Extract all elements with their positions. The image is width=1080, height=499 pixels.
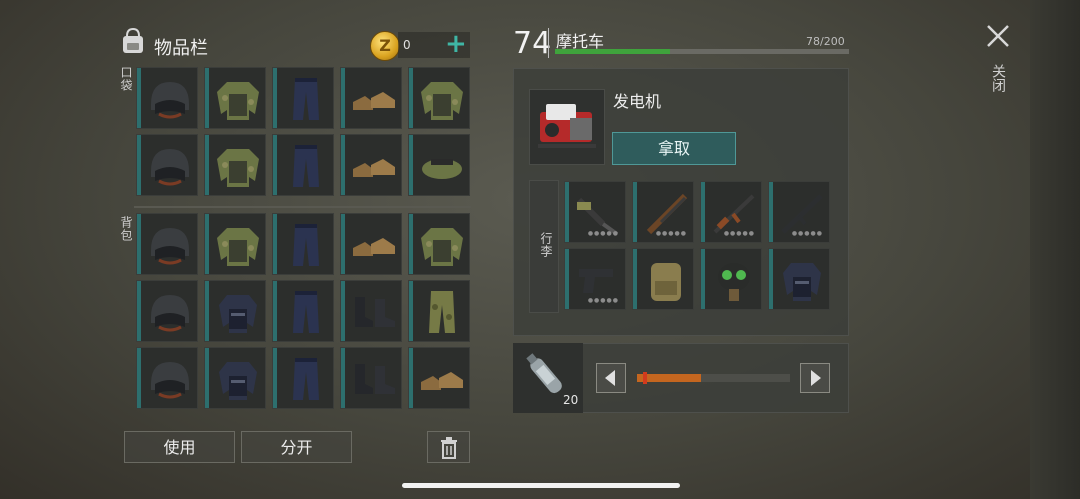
brown-shoes-icon (353, 238, 395, 256)
inventory-slot[interactable] (340, 67, 402, 129)
backpack-icon (123, 27, 143, 53)
camo-cap-icon (422, 159, 462, 179)
inventory-slot[interactable] (408, 213, 470, 275)
coin-icon: Z (370, 31, 400, 61)
inventory-slot[interactable]: ●●●●● (564, 248, 626, 310)
capacity-fill (555, 49, 670, 54)
tactical-vest-icon (783, 263, 821, 301)
inventory-slot[interactable] (340, 280, 402, 342)
section-divider (134, 206, 471, 208)
gas-mask-icon (718, 263, 750, 301)
tactical-vest-icon (219, 362, 257, 400)
backpack-label: 背包 (119, 216, 133, 242)
inventory-slot[interactable] (204, 280, 266, 342)
increase-button[interactable] (800, 363, 830, 393)
black-boots-icon (355, 297, 395, 327)
helmet-icon (151, 295, 189, 332)
helmet-icon (151, 149, 189, 186)
cargo-label: 行李 (539, 232, 553, 258)
slider-handle[interactable] (643, 372, 647, 384)
inventory-slot[interactable] (632, 248, 694, 310)
blue-pants-icon (293, 291, 319, 333)
pocket-label: 口袋 (119, 66, 133, 92)
inventory-slot[interactable] (204, 213, 266, 275)
camo-jacket-icon (217, 228, 259, 266)
durability-dots: ●●●●● (791, 230, 823, 237)
edge-strip (1030, 0, 1080, 499)
inventory-slot[interactable] (272, 134, 334, 196)
inventory-slot[interactable] (136, 347, 198, 409)
vehicle-level: 74 (513, 26, 552, 61)
inventory-slot[interactable] (340, 134, 402, 196)
arrow-right-icon (811, 370, 821, 386)
inventory-slot[interactable] (136, 134, 198, 196)
inventory-slot[interactable] (768, 248, 830, 310)
inventory-slot[interactable] (136, 280, 198, 342)
brown-shoes-icon (421, 372, 463, 390)
brown-shoes-icon (353, 92, 395, 110)
durability-dots: ●●●●● (655, 230, 687, 237)
inventory-slot[interactable] (204, 67, 266, 129)
blue-pants-icon (293, 145, 319, 187)
inventory-slot[interactable] (272, 213, 334, 275)
use-button[interactable]: 使用 (124, 431, 235, 463)
camo-jacket-icon (217, 82, 259, 120)
trash-button[interactable] (427, 431, 470, 463)
add-coins-button[interactable]: + (445, 30, 467, 58)
tactical-vest-icon (219, 295, 257, 333)
helmet-icon (151, 228, 189, 265)
camo-jacket-icon (421, 82, 463, 120)
capacity-bar (555, 49, 849, 54)
inventory-slot[interactable] (272, 280, 334, 342)
durability-dots: ●●●●● (587, 297, 619, 304)
header-separator (548, 28, 549, 58)
capacity-text: 78/200 (806, 35, 845, 48)
item-count: 20 (563, 393, 579, 407)
inventory-slot[interactable] (272, 347, 334, 409)
blue-pants-icon (293, 78, 319, 120)
inventory-slot[interactable]: ●●●●● (564, 181, 626, 243)
inventory-slot[interactable] (408, 67, 470, 129)
camo-jacket-icon (217, 149, 259, 187)
inventory-slot[interactable] (408, 280, 470, 342)
inventory-slot[interactable] (408, 347, 470, 409)
durability-dots: ●●●●● (587, 230, 619, 237)
military-backpack-icon (651, 263, 681, 301)
coin-count: 0 (403, 38, 411, 52)
inventory-slot[interactable] (136, 213, 198, 275)
inventory-slot[interactable] (340, 347, 402, 409)
inventory-slot[interactable] (340, 213, 402, 275)
helmet-icon (151, 82, 189, 119)
helmet-icon (151, 362, 189, 399)
inventory-slot[interactable] (204, 134, 266, 196)
inventory-slot[interactable] (136, 67, 198, 129)
home-indicator[interactable] (402, 483, 680, 488)
decrease-button[interactable] (596, 363, 626, 393)
inventory-slot[interactable]: ●●●●● (768, 181, 830, 243)
inventory-slot[interactable]: ●●●●● (632, 181, 694, 243)
camo-jacket-icon (421, 228, 463, 266)
inventory-title: 物品栏 (154, 38, 208, 59)
quantity-slider[interactable] (637, 372, 790, 384)
close-label[interactable]: 关闭 (988, 64, 1008, 92)
blue-pants-icon (293, 358, 319, 400)
close-icon[interactable] (986, 24, 1010, 48)
inventory-slot[interactable] (700, 248, 762, 310)
brown-shoes-icon (353, 159, 395, 177)
split-button[interactable]: 分开 (241, 431, 352, 463)
inventory-slot[interactable] (272, 67, 334, 129)
arrow-left-icon (605, 370, 615, 386)
generator-slot[interactable] (529, 89, 605, 165)
inventory-slot[interactable] (204, 347, 266, 409)
trash-icon (440, 437, 457, 459)
inventory-slot[interactable] (408, 134, 470, 196)
inventory-slot[interactable]: ●●●●● (700, 181, 762, 243)
camo-pants-icon (429, 291, 455, 333)
black-boots-icon (355, 364, 395, 394)
blue-pants-icon (293, 224, 319, 266)
slot-name: 发电机 (613, 92, 662, 111)
take-button[interactable]: 拿取 (612, 132, 736, 165)
durability-dots: ●●●●● (723, 230, 755, 237)
generator-icon (538, 104, 596, 148)
